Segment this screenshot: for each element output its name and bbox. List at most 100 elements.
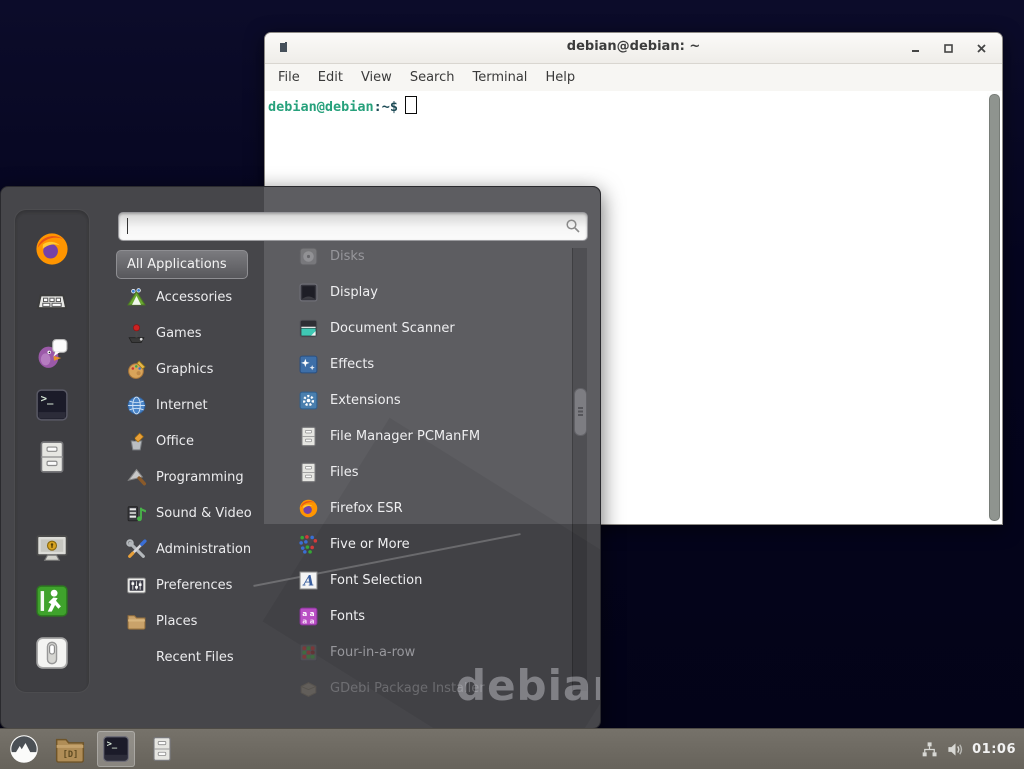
- app-document-scanner[interactable]: Document Scanner: [271, 310, 571, 346]
- favorite-shutdown-button[interactable]: [34, 635, 70, 671]
- category-internet[interactable]: Internet: [116, 387, 266, 423]
- menu-item-file[interactable]: File: [269, 67, 309, 88]
- terminal-cursor: [405, 96, 417, 114]
- category-office[interactable]: Office: [116, 423, 266, 459]
- favorite-keyboard-button[interactable]: [34, 283, 70, 319]
- menu-button[interactable]: [5, 731, 43, 767]
- menu-item-edit[interactable]: Edit: [309, 67, 352, 88]
- window-controls: [909, 33, 988, 63]
- accessories-icon: [125, 286, 147, 308]
- app-display[interactable]: Display: [271, 274, 571, 310]
- display-icon: [297, 281, 319, 303]
- fonts-icon: a a a a: [297, 605, 319, 627]
- category-games[interactable]: Games: [116, 315, 266, 351]
- prompt-suffix: :~$: [374, 99, 398, 115]
- terminal-task-button[interactable]: >_: [97, 731, 135, 767]
- clock[interactable]: 01:06: [972, 742, 1016, 757]
- taskbar-right-cluster: 01:06: [920, 740, 1024, 759]
- preferences-icon: [125, 574, 147, 596]
- favorite-firefox-button[interactable]: [34, 231, 70, 267]
- app-file-manager-pcmanfm[interactable]: File Manager PCManFM: [271, 418, 571, 454]
- effects-icon: [297, 353, 319, 375]
- favorite-terminal-button[interactable]: >_: [34, 387, 70, 423]
- svg-text:>_: >_: [107, 740, 118, 750]
- svg-text:[D]: [D]: [63, 750, 79, 760]
- five-or-more-icon: [297, 533, 319, 555]
- font-selection-icon: A: [297, 569, 319, 591]
- terminal-scrollbar[interactable]: [987, 93, 1000, 522]
- app-files[interactable]: Files: [271, 454, 571, 490]
- category-recent-files[interactable]: Recent Files: [116, 639, 266, 675]
- prompt-user-host: debian@debian: [268, 99, 374, 115]
- administration-icon: [125, 538, 147, 560]
- app-effects[interactable]: Effects: [271, 346, 571, 382]
- terminal-icon: >_: [35, 388, 69, 422]
- app-firefox-esr[interactable]: Firefox ESR: [271, 490, 571, 526]
- firefox-icon: [297, 497, 319, 519]
- app-disks[interactable]: Disks: [271, 238, 571, 274]
- application-menu: >_: [0, 186, 601, 729]
- menu-search-input[interactable]: [127, 216, 551, 237]
- all-applications-label: All Applications: [127, 257, 227, 272]
- gdebi-icon: [297, 677, 319, 699]
- category-all-applications[interactable]: All Applications: [116, 250, 248, 279]
- distro-logo-icon: [9, 734, 39, 764]
- file-manager-task-button[interactable]: [D]: [51, 731, 89, 767]
- menu-item-search[interactable]: Search: [401, 67, 464, 88]
- keyboard-icon: [35, 284, 69, 318]
- taskbar: [D] >_: [0, 728, 1024, 769]
- category-programming[interactable]: Programming: [116, 459, 266, 495]
- games-icon: [125, 322, 147, 344]
- favorites-panel: >_: [14, 209, 90, 693]
- lock-screen-icon: [34, 533, 70, 565]
- app-fonts[interactable]: a a a a Fonts: [271, 598, 571, 634]
- sound-video-icon: [125, 502, 147, 524]
- app-five-or-more[interactable]: Five or More: [271, 526, 571, 562]
- volume-tray-icon[interactable]: [946, 740, 965, 759]
- folder-icon: [D]: [54, 734, 86, 764]
- files-task-button[interactable]: [143, 731, 181, 767]
- menu-scrollbar[interactable]: [572, 248, 587, 691]
- svg-text:A: A: [301, 573, 314, 589]
- file-cabinet-icon: [297, 425, 319, 447]
- menu-scrollbar-thumb[interactable]: [574, 388, 587, 436]
- network-tray-icon[interactable]: [920, 740, 939, 759]
- menu-item-view[interactable]: View: [352, 67, 401, 88]
- favorite-log-out-button[interactable]: [34, 583, 70, 619]
- app-font-selection[interactable]: A Font Selection: [271, 562, 571, 598]
- terminal-window-title: debian@debian: ~: [265, 39, 1002, 54]
- category-places[interactable]: Places: [116, 603, 266, 639]
- document-scanner-icon: [297, 317, 319, 339]
- pidgin-icon: [35, 336, 69, 370]
- menu-item-terminal[interactable]: Terminal: [463, 67, 536, 88]
- terminal-titlebar[interactable]: debian@debian: ~: [265, 33, 1002, 64]
- office-icon: [125, 430, 147, 452]
- log-out-icon: [35, 584, 69, 618]
- maximize-button[interactable]: [942, 42, 955, 55]
- favorite-lock-screen-button[interactable]: [34, 531, 70, 567]
- terminal-scrollbar-thumb[interactable]: [989, 94, 1000, 521]
- category-sound-video[interactable]: Sound & Video: [116, 495, 266, 531]
- search-box: [118, 212, 588, 241]
- terminal-icon: >_: [102, 735, 130, 763]
- menu-item-help[interactable]: Help: [536, 67, 584, 88]
- search-icon: [565, 218, 581, 234]
- category-accessories[interactable]: Accessories: [116, 279, 266, 315]
- favorite-files-button[interactable]: [34, 439, 70, 475]
- category-administration[interactable]: Administration: [116, 531, 266, 567]
- graphics-icon: [125, 358, 147, 380]
- internet-icon: [125, 394, 147, 416]
- desktop[interactable]: debian@debian: ~ File Edit View Search T…: [0, 0, 1024, 768]
- category-graphics[interactable]: Graphics: [116, 351, 266, 387]
- svg-text:>_: >_: [41, 392, 54, 405]
- disks-icon: [297, 245, 319, 267]
- svg-text:a a: a a: [302, 616, 314, 625]
- taskbar-left-cluster: [D] >_: [0, 731, 181, 767]
- app-extensions[interactable]: Extensions: [271, 382, 571, 418]
- four-in-a-row-icon: [297, 641, 319, 663]
- favorite-pidgin-button[interactable]: [34, 335, 70, 371]
- close-button[interactable]: [975, 42, 988, 55]
- category-preferences[interactable]: Preferences: [116, 567, 266, 603]
- minimize-button[interactable]: [909, 42, 922, 55]
- firefox-icon: [35, 232, 69, 266]
